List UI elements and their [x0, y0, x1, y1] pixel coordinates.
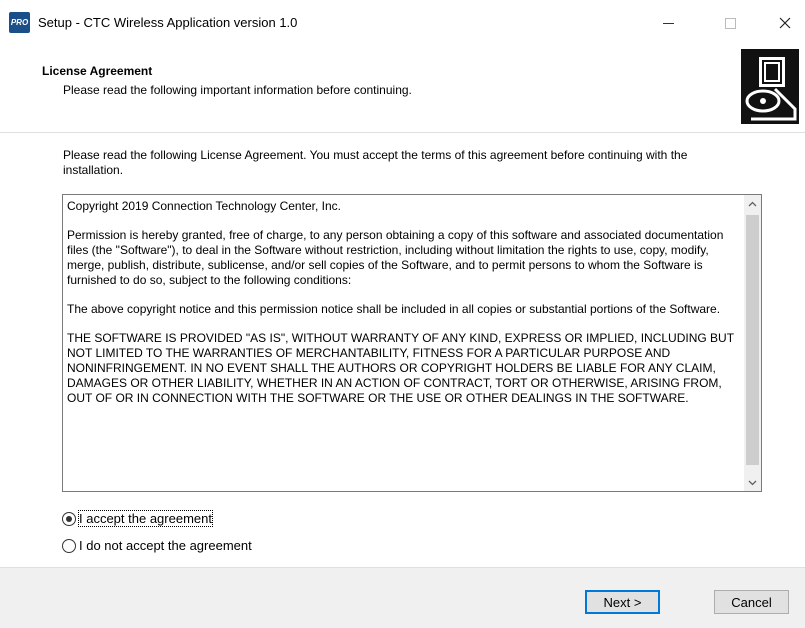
- maximize-button[interactable]: [707, 0, 753, 46]
- page-subtitle: Please read the following important info…: [63, 83, 412, 97]
- scroll-thumb[interactable]: [746, 215, 759, 465]
- installer-logo: [741, 49, 799, 124]
- maximize-icon: [724, 17, 736, 29]
- page-title: License Agreement: [42, 64, 153, 78]
- wizard-header: License Agreement Please read the follow…: [0, 46, 805, 132]
- cancel-button[interactable]: Cancel: [714, 590, 789, 614]
- chevron-down-icon: [748, 480, 757, 485]
- chevron-up-icon: [748, 201, 757, 206]
- minimize-button[interactable]: [645, 0, 691, 46]
- next-button[interactable]: Next >: [585, 590, 660, 614]
- decline-radio[interactable]: [62, 538, 76, 553]
- scroll-up-button[interactable]: [744, 195, 761, 212]
- minimize-icon: [662, 22, 674, 24]
- accept-radio[interactable]: [62, 511, 76, 526]
- license-paragraph: The above copyright notice and this perm…: [67, 302, 721, 316]
- license-paragraph: THE SOFTWARE IS PROVIDED "AS IS", WITHOU…: [67, 331, 734, 405]
- button-bar: Next > Cancel: [0, 567, 805, 628]
- header-divider: [0, 132, 805, 133]
- close-icon: [779, 17, 791, 29]
- instruction-text: Please read the following License Agreem…: [63, 148, 688, 177]
- decline-label[interactable]: I do not accept the agreement: [79, 538, 252, 553]
- window-title: Setup - CTC Wireless Application version…: [38, 15, 298, 30]
- accept-option[interactable]: I accept the agreement: [62, 510, 213, 527]
- computer-disc-icon: [741, 49, 799, 124]
- license-scrollbar[interactable]: [744, 195, 761, 491]
- scroll-down-button[interactable]: [744, 474, 761, 491]
- title-bar: PRO Setup - CTC Wireless Application ver…: [0, 0, 805, 46]
- decline-option[interactable]: I do not accept the agreement: [62, 538, 252, 553]
- setup-app-icon: PRO: [9, 12, 30, 33]
- accept-label[interactable]: I accept the agreement: [78, 510, 213, 527]
- license-paragraph: Permission is hereby granted, free of ch…: [67, 228, 724, 287]
- close-button[interactable]: [762, 0, 805, 46]
- license-text-area[interactable]: Copyright 2019 Connection Technology Cen…: [62, 194, 762, 492]
- license-paragraph: Copyright 2019 Connection Technology Cen…: [67, 199, 341, 213]
- license-content: Copyright 2019 Connection Technology Cen…: [67, 199, 735, 420]
